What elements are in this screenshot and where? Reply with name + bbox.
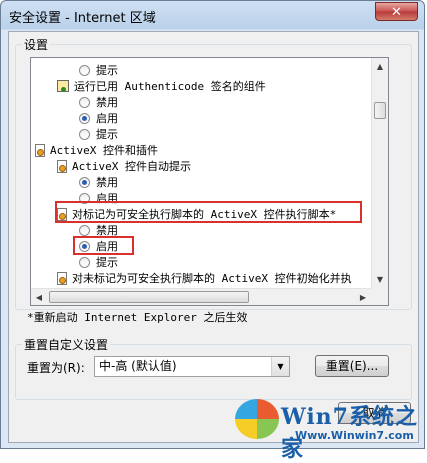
window-title: 安全设置 - Internet 区域 [9,11,156,26]
radio-option[interactable]: 提示 [79,254,118,270]
setting-item: 对未标记为可安全执行脚本的 ActiveX 控件初始化并执 [57,270,352,286]
tree-item-label: 提示 [96,64,118,77]
settings-tree[interactable]: 提示 运行已用 Authenticode 签名的组件 禁用 启用 提示 ActiveX 控… [30,57,389,306]
radio-option[interactable]: 禁用 [79,174,118,190]
settings-doc-icon [57,160,67,173]
radio-unchecked-icon[interactable] [79,225,90,236]
tree-item-label: 禁用 [96,176,118,189]
vertical-scrollbar[interactable]: ▲ ▼ [371,58,388,288]
radio-option[interactable]: 提示 [79,62,118,78]
horizontal-scrollbar[interactable]: ◀ ▶ [31,288,371,305]
highlight-box-enable-option [73,236,134,255]
close-button[interactable]: ✕ [375,2,418,21]
scroll-left-button[interactable]: ◀ [31,289,47,305]
site-watermark: Win7系统之家 Www.Winwin7.com [233,397,423,462]
radio-checked-icon[interactable] [79,113,90,124]
settings-doc-icon [57,272,67,285]
chevron-down-icon[interactable]: ▼ [271,357,289,376]
setting-item: ActiveX 控件自动提示 [57,158,191,174]
radio-option[interactable]: 启用 [79,110,118,126]
dialog-client-area: 设置 提示 运行已用 Authenticode 签名的组件 禁用 启用 提示 Active… [8,31,419,443]
tree-item-label: 启用 [96,112,118,125]
reset-level-value: 中-高 (默认值) [99,359,177,373]
settings-group-label: 设置 [22,36,51,53]
tree-item-label: ActiveX 控件自动提示 [72,160,191,173]
tree-item-label: 对未标记为可安全执行脚本的 ActiveX 控件初始化并执 [72,272,352,285]
footnote: *重新启动 Internet Explorer 之后生效 [27,311,248,324]
radio-checked-icon[interactable] [79,177,90,188]
watermark-url: Www.Winwin7.com [295,429,414,442]
scroll-up-button[interactable]: ▲ [372,58,388,75]
tree-item-label: 提示 [96,256,118,269]
settings-doc-icon [35,144,45,157]
scroll-down-button[interactable]: ▼ [372,271,388,288]
reset-group-label: 重置自定义设置 [22,336,111,353]
certificate-icon [57,80,69,92]
scroll-right-button[interactable]: ▶ [355,289,371,305]
radio-option[interactable]: 提示 [79,126,118,142]
setting-item: ActiveX 控件和插件 [35,142,158,158]
radio-unchecked-icon[interactable] [79,65,90,76]
reset-to-label: 重置为(R): [27,361,85,375]
vertical-scroll-thumb[interactable] [374,102,386,119]
setting-item: 运行已用 Authenticode 签名的组件 [57,78,266,94]
tree-item-label: ActiveX 控件和插件 [50,144,158,157]
highlight-box-activex-script [55,201,362,223]
title-bar[interactable]: 安全设置 - Internet 区域 ✕ [1,1,424,31]
reset-level-dropdown[interactable]: 中-高 (默认值) ▼ [94,356,290,377]
reset-button[interactable]: 重置(E)... [315,355,389,377]
tree-item-label: 禁用 [96,96,118,109]
horizontal-scroll-thumb[interactable] [49,291,249,303]
radio-unchecked-icon[interactable] [79,129,90,140]
radio-unchecked-icon[interactable] [79,97,90,108]
windows-logo-icon [235,399,279,439]
radio-unchecked-icon[interactable] [79,257,90,268]
tree-item-label: 运行已用 Authenticode 签名的组件 [74,80,266,93]
tree-item-label: 提示 [96,128,118,141]
scrollbar-corner [371,288,388,305]
security-settings-dialog: 安全设置 - Internet 区域 ✕ 设置 提示运行已用 Authentic… [0,0,425,462]
radio-option[interactable]: 禁用 [79,94,118,110]
